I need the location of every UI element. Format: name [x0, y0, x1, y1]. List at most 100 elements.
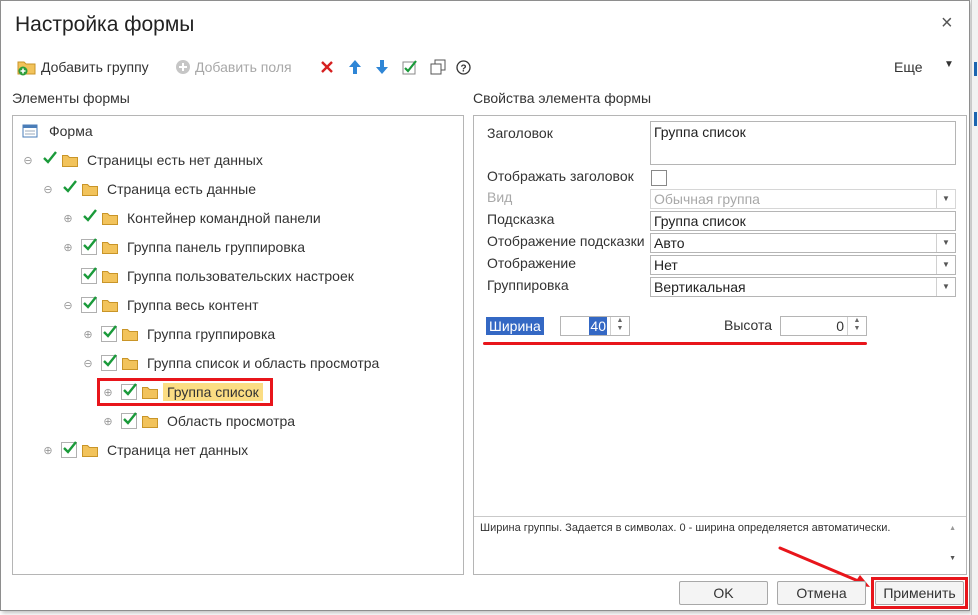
more-menu[interactable]: Еще [894, 59, 923, 75]
expand-icon[interactable]: ⊕ [43, 444, 53, 457]
expand-icon[interactable]: ⊕ [103, 415, 113, 428]
collapse-icon[interactable]: ⊖ [83, 357, 93, 370]
tree-item[interactable]: Группа пользовательских настроек [63, 265, 354, 287]
move-down-icon[interactable] [375, 55, 389, 79]
display-select[interactable]: Нет ▼ [650, 255, 956, 275]
chevron-down-icon[interactable]: ▼ [936, 190, 955, 208]
folder-icon [122, 328, 138, 341]
height-field[interactable]: 0 ▲ ▼ [780, 316, 867, 336]
tree-item[interactable]: ⊖ Страница есть данные [43, 178, 256, 200]
add-group-button[interactable]: Добавить группу [17, 55, 149, 79]
add-group-label: Добавить группу [41, 59, 149, 75]
folder-icon [102, 212, 118, 225]
tree-item[interactable]: ⊕ Группа группировка [83, 323, 275, 345]
ok-button[interactable]: OK [679, 581, 768, 605]
display-value: Нет [654, 257, 678, 273]
check-icon[interactable] [121, 412, 137, 429]
tree-item-label: Страница нет данных [107, 442, 249, 458]
show-title-checkbox[interactable] [651, 170, 667, 186]
add-group-icon [17, 61, 36, 76]
hint-display-label: Отображение подсказки [487, 233, 645, 249]
tree-item-label: Область просмотра [167, 413, 296, 429]
form-elements-tree: Форма ⊖ Страницы есть нет данных ⊖ Стран… [12, 115, 464, 575]
check-icon[interactable] [41, 151, 57, 168]
element-properties-label: Свойства элемента формы [473, 90, 652, 106]
svg-text:?: ? [460, 63, 466, 74]
tree-item[interactable]: ⊖ Страницы есть нет данных [23, 149, 263, 171]
collapse-icon[interactable]: ⊖ [43, 183, 53, 196]
expand-icon[interactable]: ⊕ [83, 328, 93, 341]
hint-display-select[interactable]: Авто ▼ [650, 233, 956, 253]
hint-field[interactable]: Группа список [650, 211, 956, 231]
delete-icon[interactable] [320, 55, 334, 79]
properties-panel: Заголовок Группа список Отображать загол… [473, 115, 967, 575]
collapse-icon[interactable]: ⊖ [23, 154, 33, 167]
check-icon[interactable] [61, 180, 77, 197]
view-select[interactable]: Обычная группа ▼ [650, 189, 956, 209]
chevron-down-icon[interactable]: ▼ [936, 278, 955, 296]
apply-highlight [871, 577, 968, 609]
grouping-label: Группировка [487, 277, 569, 293]
height-spinner[interactable]: ▲ ▼ [847, 317, 866, 335]
display-label: Отображение [487, 255, 577, 271]
grouping-value: Вертикальная [654, 279, 746, 295]
copy-icon[interactable] [430, 55, 446, 79]
width-label: Ширина [486, 317, 544, 335]
view-label: Вид [487, 189, 513, 205]
form-settings-dialog: Настройка формы × Добавить группу Добави… [0, 0, 970, 611]
tree-item-label: Группа панель группировка [127, 239, 305, 255]
show-title-label: Отображать заголовок [487, 168, 634, 184]
chevron-down-icon[interactable]: ▼ [944, 59, 954, 70]
view-value: Обычная группа [654, 191, 760, 207]
toolbar: Добавить группу Добавить поля ? [1, 55, 969, 79]
chevron-down-icon[interactable]: ▼ [936, 234, 955, 252]
tree-item[interactable]: ⊕ Контейнер командной панели [63, 207, 321, 229]
property-hint-text: Ширина группы. Задается в символах. 0 - … [480, 522, 891, 534]
check-icon[interactable] [101, 325, 117, 342]
width-field[interactable]: 40 ▲ ▼ [560, 316, 630, 336]
collapse-icon[interactable]: ⊖ [63, 299, 73, 312]
tree-item[interactable]: ⊕ Страница нет данных [43, 439, 248, 461]
tree-item-label: Группа пользовательских настроек [127, 268, 354, 284]
check-icon[interactable] [101, 354, 117, 371]
hint-display-value: Авто [654, 235, 685, 251]
check-icon[interactable] [81, 209, 97, 226]
folder-icon [102, 241, 118, 254]
width-value: 40 [589, 317, 607, 335]
close-icon[interactable]: × [941, 13, 953, 33]
folder-icon [82, 444, 98, 457]
check-icon[interactable] [81, 238, 97, 255]
title-field[interactable]: Группа список [650, 121, 956, 165]
check-icon[interactable] [81, 267, 97, 284]
background-window-edge [971, 0, 978, 615]
chevron-down-icon[interactable]: ▼ [936, 256, 955, 274]
add-fields-icon [176, 60, 190, 74]
tree-item[interactable]: ⊕ Группа панель группировка [63, 236, 305, 258]
check-icon[interactable] [81, 296, 97, 313]
move-up-icon[interactable] [348, 55, 362, 79]
grouping-select[interactable]: Вертикальная ▼ [650, 277, 956, 297]
tree-item[interactable]: ⊖ Группа весь контент [63, 294, 259, 316]
title-label: Заголовок [487, 125, 553, 141]
add-fields-button[interactable]: Добавить поля [175, 55, 292, 79]
scroll-down-icon[interactable]: ▼ [949, 555, 956, 562]
help-icon[interactable]: ? [456, 55, 471, 79]
cancel-button[interactable]: Отмена [777, 581, 866, 605]
expand-icon[interactable]: ⊕ [63, 212, 73, 225]
tree-item-label: Страницы есть нет данных [87, 152, 263, 168]
check-icon[interactable] [61, 441, 77, 458]
tree-item-label: Группа весь контент [127, 297, 259, 313]
expand-icon[interactable]: ⊕ [63, 241, 73, 254]
scroll-up-icon[interactable]: ▲ [949, 525, 956, 532]
check-all-icon[interactable] [402, 55, 418, 79]
tree-item-form[interactable]: Форма [22, 120, 93, 142]
folder-icon [102, 299, 118, 312]
tree-item-label: Форма [49, 123, 93, 139]
width-spinner[interactable]: ▲ ▼ [610, 317, 629, 335]
tree-item-label: Группа группировка [147, 326, 276, 342]
height-label: Высота [724, 317, 773, 333]
hint-area: Ширина группы. Задается в символах. 0 - … [474, 516, 966, 575]
tree-item[interactable]: ⊕ Область просмотра [103, 410, 295, 432]
selection-highlight [97, 378, 273, 406]
tree-item[interactable]: ⊖ Группа список и область просмотра [83, 352, 379, 374]
